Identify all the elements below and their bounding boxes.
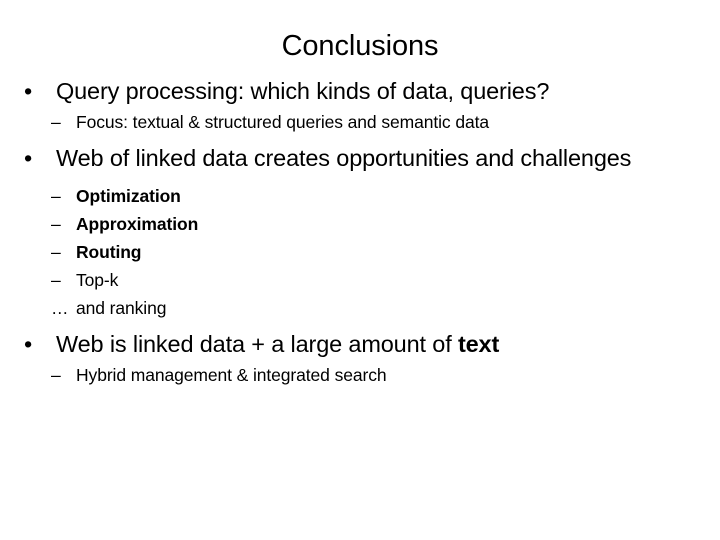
bullet-text: Web of linked data creates opportunities… [56, 145, 632, 171]
sub-bullet-item: – Top-k [0, 268, 720, 292]
bullet-text: Web is linked data + a large amount of t… [56, 331, 499, 357]
sub-bullet-continuation: … and ranking [0, 296, 720, 320]
bullet-item: • Query processing: which kinds of data,… [0, 76, 720, 107]
dash-marker-icon: – [51, 186, 61, 206]
bullet-text-emphasis: text [457, 331, 500, 357]
sub-bullet-text: Hybrid management & integrated search [76, 365, 387, 385]
slide: Conclusions • Query processing: which ki… [0, 0, 720, 540]
sub-bullet-item: – Routing [0, 240, 720, 264]
dash-marker-icon: – [51, 112, 61, 132]
bullet-marker-icon: • [24, 78, 33, 104]
dash-marker-icon: – [51, 270, 61, 290]
sub-bullet-text: Approximation [76, 214, 199, 234]
ellipsis-marker-icon: … [51, 298, 69, 318]
dash-marker-icon: – [51, 365, 61, 385]
sub-bullet-text: Routing [76, 242, 142, 262]
sub-bullet-item: – Hybrid management & integrated search [0, 363, 720, 387]
sub-bullet-text: Optimization [76, 186, 181, 206]
sub-bullet-text: Focus: textual & structured queries and … [76, 112, 489, 132]
sub-bullet-item: – Optimization [0, 184, 720, 208]
dash-marker-icon: – [51, 214, 61, 234]
bullet-text-plain: Web is linked data + a large amount of [56, 331, 458, 357]
dash-marker-icon: – [51, 242, 61, 262]
bullet-marker-icon: • [24, 145, 33, 171]
slide-body: • Query processing: which kinds of data,… [0, 76, 720, 387]
bullet-item: • Web of linked data creates opportuniti… [0, 143, 720, 174]
bullet-marker-icon: • [24, 331, 33, 357]
sub-bullet-text: and ranking [76, 298, 167, 318]
bullet-item: • Web is linked data + a large amount of… [0, 329, 720, 360]
page-title: Conclusions [281, 30, 439, 62]
sub-bullet-text: Top-k [76, 270, 119, 290]
bullet-text: Query processing: which kinds of data, q… [56, 78, 550, 104]
sub-bullet-item: – Focus: textual & structured queries an… [0, 110, 720, 134]
sub-bullet-item: – Approximation [0, 212, 720, 236]
